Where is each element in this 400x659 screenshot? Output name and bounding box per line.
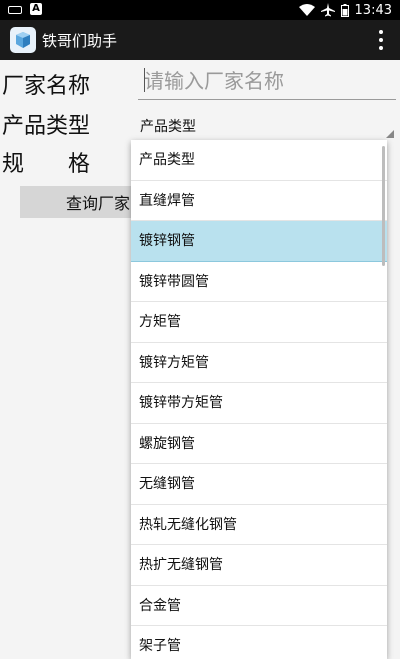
dropdown-item[interactable]: 方矩管 [131, 302, 387, 343]
status-time: 13:43 [354, 2, 392, 18]
dropdown-item[interactable]: 产品类型 [131, 140, 387, 181]
product-type-select[interactable]: 产品类型 [138, 112, 396, 138]
app-title: 铁哥们助手 [42, 32, 118, 50]
dropdown-item[interactable]: 合金管 [131, 586, 387, 626]
overflow-menu-icon[interactable] [378, 30, 384, 50]
wifi-icon [298, 4, 315, 16]
keyboard-icon [8, 6, 22, 14]
status-bar: A 13:43 [0, 0, 400, 20]
dropdown-item[interactable]: 热轧无缝化钢管 [131, 505, 387, 545]
spec-label: 规格 [2, 152, 135, 177]
app-logo-icon [10, 27, 36, 53]
product-type-selected-value: 产品类型 [140, 119, 196, 135]
spinner-arrow-icon [386, 130, 394, 138]
a-icon: A [30, 3, 42, 15]
dropdown-item[interactable]: 热扩无缝钢管 [131, 545, 387, 586]
dropdown-item[interactable]: 镀锌方矩管 [131, 343, 387, 383]
dropdown-item[interactable]: 镀锌带圆管 [131, 262, 387, 302]
dropdown-scrollbar[interactable] [382, 146, 385, 266]
airplane-icon [320, 3, 335, 17]
dropdown-item[interactable]: 镀锌带方矩管 [131, 383, 387, 424]
type-label: 产品类型 [2, 114, 91, 139]
app-bar: 铁哥们助手 [0, 20, 400, 60]
battery-icon [340, 3, 349, 17]
dropdown-item[interactable]: 无缝钢管 [131, 464, 387, 505]
text-cursor [144, 68, 145, 92]
dropdown-item[interactable]: 架子管 [131, 626, 387, 659]
dropdown-item-selected[interactable]: 镀锌钢管 [131, 221, 387, 262]
dropdown-item[interactable]: 直缝焊管 [131, 181, 387, 221]
dropdown-item[interactable]: 螺旋钢管 [131, 424, 387, 464]
vendor-input[interactable] [138, 62, 396, 100]
vendor-label: 厂家名称 [2, 74, 91, 99]
product-type-dropdown: 产品类型 直缝焊管 镀锌钢管 镀锌带圆管 方矩管 镀锌方矩管 镀锌带方矩管 螺旋… [131, 140, 387, 659]
